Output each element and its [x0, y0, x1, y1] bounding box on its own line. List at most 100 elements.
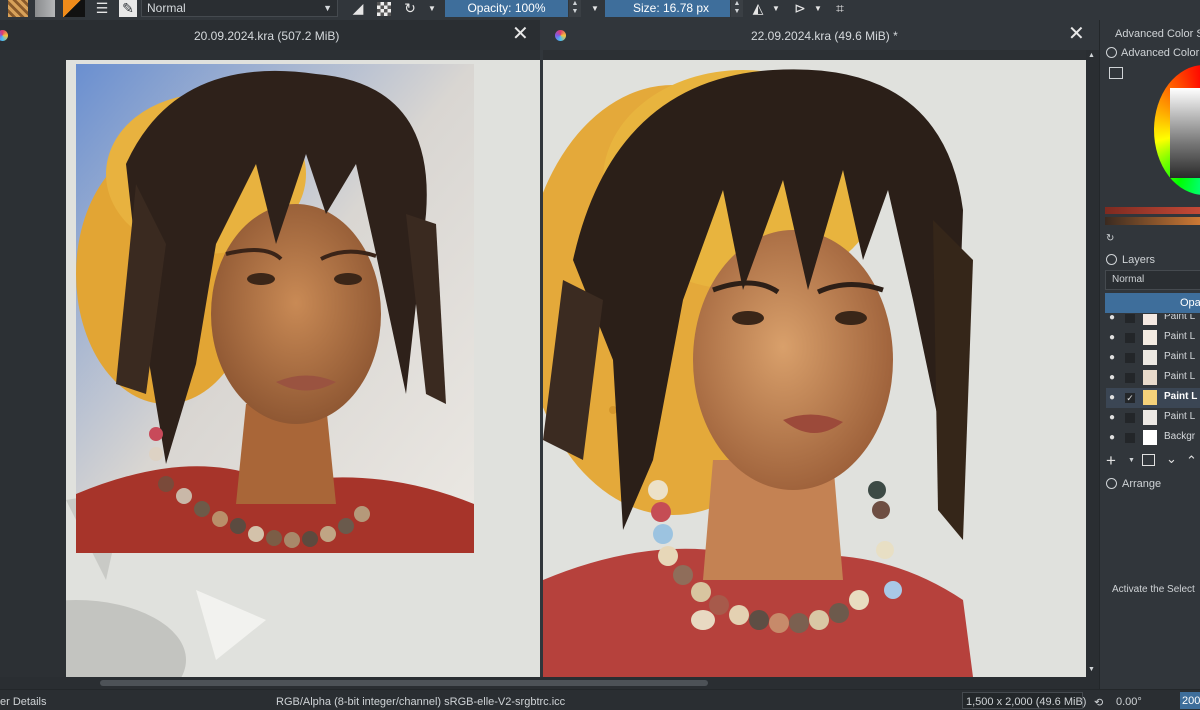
- brush-presets-icon[interactable]: ☰: [94, 0, 110, 17]
- layer-row[interactable]: ● Backgr: [1106, 428, 1200, 448]
- layer-row[interactable]: ● Paint L: [1106, 314, 1200, 328]
- layer-list[interactable]: ● Paint L ● Paint L ● Paint L ● Paint L ● ✓ Paint …: [1100, 314, 1200, 454]
- eraser-icon[interactable]: ◢: [350, 0, 366, 17]
- eye-icon[interactable]: ●: [1109, 392, 1115, 403]
- layer-thumbnail: [1143, 350, 1157, 365]
- layer-checkbox[interactable]: [1125, 433, 1135, 443]
- crop-icon[interactable]: ⌗: [832, 0, 848, 17]
- tab-title: 22.09.2024.kra (49.6 MiB) *: [751, 29, 898, 43]
- docker-float-icon[interactable]: [1106, 254, 1117, 265]
- layer-name: Paint L: [1164, 351, 1196, 362]
- layer-checkbox[interactable]: [1125, 373, 1135, 383]
- opacity-label: Opacity: 100%: [467, 1, 546, 15]
- add-layer-icon[interactable]: +: [1106, 451, 1116, 471]
- tool-options-toolbar: ☰ ✎ Normal ▼ ◢ ↻ ▼ Opacity: 100% ▲ ▼ ▼ Si…: [0, 0, 1200, 20]
- duplicate-layer-icon[interactable]: [1142, 454, 1155, 466]
- layer-opacity-label: Opa: [1180, 297, 1200, 309]
- close-icon[interactable]: ✕: [512, 24, 529, 44]
- chevron-down-icon[interactable]: ▼: [771, 0, 781, 17]
- tab-title: 20.09.2024.kra (507.2 MiB): [194, 29, 340, 43]
- layer-row[interactable]: ● Paint L: [1106, 328, 1200, 348]
- mirror-vertical-icon[interactable]: ⊳: [790, 0, 810, 17]
- canvas-view-painting[interactable]: [543, 50, 1086, 677]
- close-icon[interactable]: ✕: [1068, 24, 1085, 44]
- layer-checkbox[interactable]: [1125, 314, 1135, 323]
- size-spinner[interactable]: ▲ ▼: [731, 0, 743, 17]
- refresh-icon[interactable]: ↻: [1106, 233, 1114, 244]
- scroll-thumb[interactable]: [100, 680, 708, 686]
- move-layer-down-icon[interactable]: ⌄: [1166, 451, 1177, 467]
- blend-mode-select[interactable]: Normal ▼: [141, 0, 338, 17]
- eye-icon[interactable]: ●: [1109, 372, 1115, 383]
- docker-panel: Advanced Color Se Advanced Color S ↻ Lay…: [1099, 20, 1200, 689]
- eye-icon[interactable]: ●: [1109, 432, 1115, 443]
- chevron-down-icon[interactable]: ▼: [590, 0, 600, 17]
- layer-row[interactable]: ● Paint L: [1106, 368, 1200, 388]
- pattern-swatch-icon[interactable]: [8, 0, 28, 17]
- krita-logo-icon: [555, 30, 566, 41]
- canvas[interactable]: [543, 60, 1086, 677]
- docker-float-icon[interactable]: [1106, 47, 1117, 58]
- layer-thumbnail: [1143, 410, 1157, 425]
- layer-name: Backgr: [1164, 431, 1196, 442]
- size-label: Size: 16.78 px: [633, 1, 710, 15]
- vertical-scrollbar[interactable]: ▲ ▼: [1086, 50, 1099, 677]
- chevron-up-icon[interactable]: ▲: [1088, 52, 1095, 59]
- layers-docker-title: Layers: [1122, 254, 1156, 266]
- opacity-spinner[interactable]: ▲ ▼: [569, 0, 581, 17]
- gradient-swatch-icon[interactable]: [35, 0, 55, 17]
- horizontal-scrollbar[interactable]: [0, 677, 1099, 689]
- zoom-value: 200: [1182, 695, 1200, 707]
- move-layer-up-icon[interactable]: ⌃: [1186, 453, 1197, 469]
- color-selector-square[interactable]: [1170, 88, 1200, 178]
- eye-icon[interactable]: ●: [1109, 412, 1115, 423]
- layer-name: Paint L: [1164, 371, 1196, 382]
- painting: [543, 69, 973, 677]
- eye-icon[interactable]: ●: [1109, 352, 1115, 363]
- blend-mode-value: Normal: [147, 1, 186, 15]
- reload-preset-icon[interactable]: ↻: [402, 0, 418, 17]
- rotation-value[interactable]: 0.00°: [1116, 696, 1142, 708]
- mirror-horizontal-icon[interactable]: ◭: [748, 0, 768, 17]
- brush-editor-icon[interactable]: ✎: [119, 0, 137, 17]
- color-space-label[interactable]: RGB/Alpha (8-bit integer/channel) sRGB-e…: [276, 696, 565, 708]
- layer-checkbox[interactable]: ✓: [1125, 393, 1135, 403]
- chevron-down-icon[interactable]: ▼: [427, 0, 437, 17]
- reference-photo: [76, 64, 474, 553]
- layer-row[interactable]: ● ✓ Paint L: [1106, 388, 1200, 408]
- layer-opacity-slider[interactable]: Opa: [1105, 293, 1200, 313]
- layer-thumbnail: [1143, 370, 1157, 385]
- color-swatch-icon[interactable]: [63, 0, 85, 17]
- recent-colors-bar[interactable]: [1105, 207, 1200, 214]
- document-tab-left[interactable]: 20.09.2024.kra (507.2 MiB) ✕: [0, 20, 540, 50]
- chevron-down-icon[interactable]: ▼: [1128, 457, 1135, 464]
- recent-colors-bar-2[interactable]: [1105, 217, 1200, 225]
- alpha-lock-icon[interactable]: [376, 0, 392, 17]
- layer-name: Paint L: [1164, 331, 1196, 342]
- layer-row[interactable]: ● Paint L: [1106, 348, 1200, 368]
- eye-icon[interactable]: ●: [1109, 332, 1115, 343]
- rotation-icon[interactable]: ⟲: [1094, 696, 1103, 709]
- layer-blend-mode-select[interactable]: Normal: [1105, 270, 1200, 290]
- layer-thumbnail: [1143, 330, 1157, 345]
- layer-checkbox[interactable]: [1125, 333, 1135, 343]
- layer-blend-mode-value: Normal: [1112, 274, 1145, 285]
- opacity-slider[interactable]: Opacity: 100%: [445, 0, 568, 17]
- image-size-box[interactable]: 1,500 x 2,000 (49.6 MiB): [962, 692, 1086, 709]
- color-settings-icon[interactable]: [1109, 67, 1123, 79]
- layer-row[interactable]: ● Paint L: [1106, 408, 1200, 428]
- zoom-box[interactable]: 200: [1180, 692, 1200, 709]
- krita-logo-icon: [0, 30, 8, 41]
- document-tab-right[interactable]: 22.09.2024.kra (49.6 MiB) * ✕: [543, 20, 1099, 50]
- chevron-down-icon[interactable]: ▼: [813, 0, 823, 17]
- eye-icon[interactable]: ●: [1109, 314, 1115, 323]
- layer-checkbox[interactable]: [1125, 353, 1135, 363]
- size-slider[interactable]: Size: 16.78 px: [605, 0, 730, 17]
- docker-float-icon[interactable]: [1106, 478, 1117, 489]
- advanced-color-docker-title: Advanced Color Se: [1115, 28, 1200, 40]
- layer-thumbnail: [1143, 390, 1157, 405]
- layer-checkbox[interactable]: [1125, 413, 1135, 423]
- canvas-view-reference[interactable]: [0, 50, 540, 677]
- layer-name: Paint L: [1164, 314, 1196, 322]
- chevron-down-icon[interactable]: ▼: [1088, 666, 1095, 673]
